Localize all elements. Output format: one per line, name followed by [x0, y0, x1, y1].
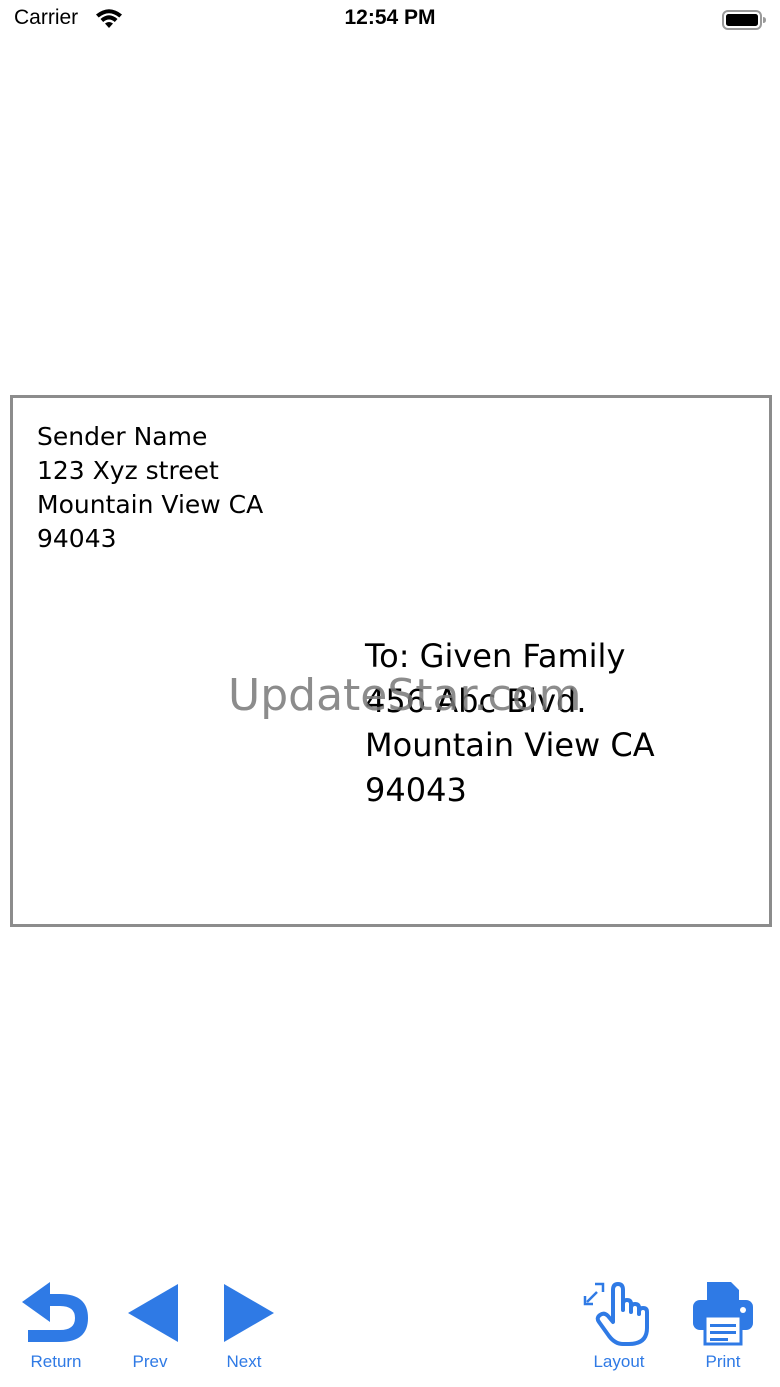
next-button[interactable]: Next	[199, 1280, 289, 1372]
sender-city: Mountain View CA	[37, 490, 264, 519]
return-button[interactable]: Return	[11, 1280, 101, 1372]
recipient-address: To: Given Family 456 Abc Blvd. Mountain …	[365, 634, 655, 812]
sender-address: Sender Name 123 Xyz street Mountain View…	[37, 420, 263, 556]
recipient-street: 456 Abc Blvd.	[365, 681, 587, 720]
print-button[interactable]: Print	[678, 1280, 768, 1372]
envelope-preview: Sender Name 123 Xyz street Mountain View…	[10, 395, 772, 927]
recipient-zip: 94043	[365, 770, 467, 809]
hand-pointer-icon	[583, 1282, 649, 1346]
recipient-city: Mountain View CA	[365, 726, 655, 764]
sender-name: Sender Name	[37, 422, 208, 451]
return-label: Return	[30, 1352, 82, 1371]
prev-label: Prev	[132, 1352, 168, 1371]
layout-button[interactable]: Layout	[574, 1280, 664, 1372]
layout-label: Layout	[593, 1352, 645, 1371]
status-bar: Carrier 12:54 PM	[0, 0, 780, 40]
bottom-toolbar: Return Prev Next Layout Print	[0, 1270, 780, 1387]
status-time: 12:54 PM	[344, 6, 436, 29]
next-label: Next	[226, 1352, 262, 1371]
prev-button[interactable]: Prev	[105, 1280, 195, 1372]
triangle-right-icon	[224, 1284, 274, 1342]
return-arrow-icon	[22, 1282, 88, 1342]
printer-icon	[693, 1282, 753, 1346]
recipient-name: To: Given Family	[365, 637, 626, 675]
screen: Carrier 12:54 PM Sender Name 123 Xyz str…	[0, 0, 780, 1387]
sender-zip: 94043	[37, 524, 117, 553]
triangle-left-icon	[128, 1284, 178, 1342]
print-label: Print	[705, 1352, 741, 1371]
battery-icon	[722, 10, 766, 30]
sender-street: 123 Xyz street	[37, 456, 219, 485]
